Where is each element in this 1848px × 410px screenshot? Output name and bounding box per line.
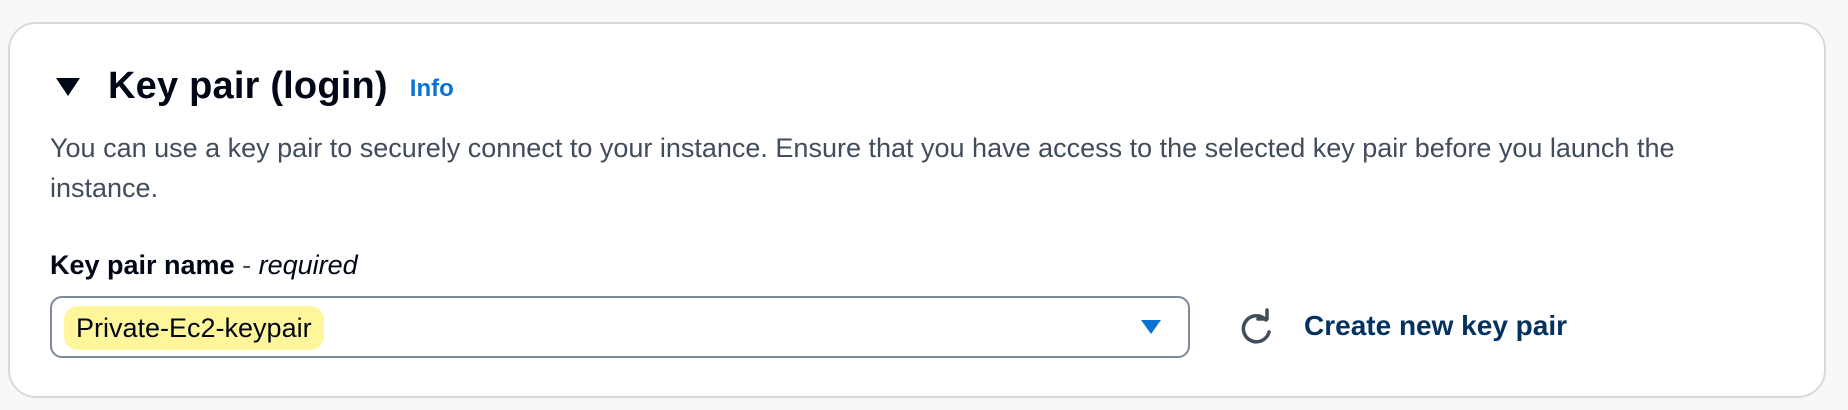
section-header: Key pair (login) Info	[52, 58, 454, 114]
key-pair-panel: Key pair (login) Info You can use a key …	[8, 22, 1826, 398]
caret-down-icon	[1140, 318, 1162, 336]
field-label: Key pair name - required	[50, 250, 358, 281]
selected-key-pair-value: Private-Ec2-keypair	[64, 306, 324, 350]
field-label-separator: -	[234, 250, 259, 280]
expand-toggle-icon[interactable]	[52, 70, 84, 102]
section-description: You can use a key pair to securely conne…	[50, 133, 1675, 203]
key-pair-select[interactable]: Private-Ec2-keypair	[50, 296, 1190, 358]
required-indicator: required	[258, 250, 358, 280]
create-key-pair-link[interactable]: Create new key pair	[1304, 310, 1567, 342]
refresh-icon[interactable]	[1234, 306, 1278, 350]
section-title: Key pair (login)	[108, 64, 388, 107]
field-label-text: Key pair name	[50, 250, 235, 280]
info-link[interactable]: Info	[410, 75, 454, 103]
